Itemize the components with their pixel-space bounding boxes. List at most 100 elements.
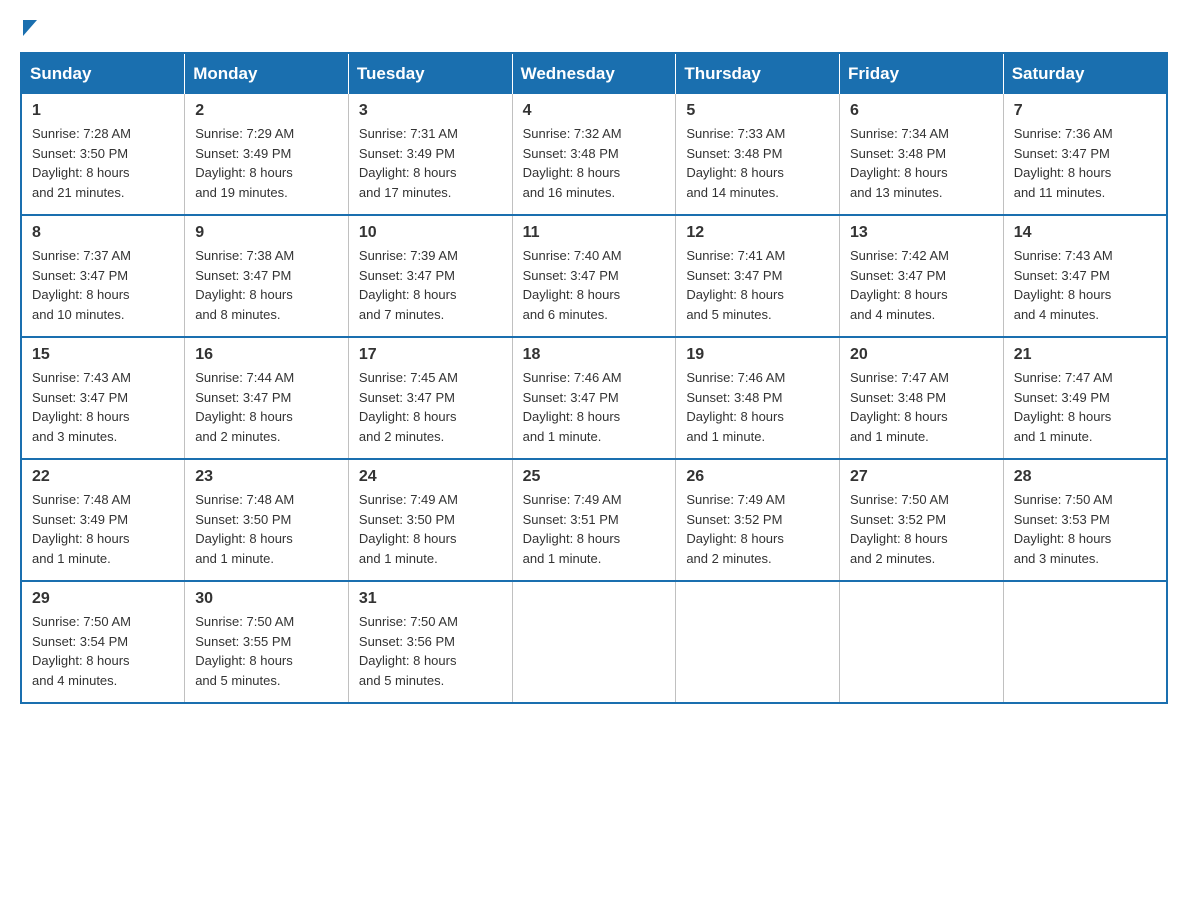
calendar-day-cell: 21 Sunrise: 7:47 AMSunset: 3:49 PMDaylig…: [1003, 337, 1167, 459]
day-number: 3: [359, 102, 502, 120]
calendar-week-row: 22 Sunrise: 7:48 AMSunset: 3:49 PMDaylig…: [21, 459, 1167, 581]
day-info: Sunrise: 7:50 AMSunset: 3:56 PMDaylight:…: [359, 612, 502, 690]
day-info: Sunrise: 7:42 AMSunset: 3:47 PMDaylight:…: [850, 246, 993, 324]
day-number: 4: [523, 102, 666, 120]
calendar-day-cell: 18 Sunrise: 7:46 AMSunset: 3:47 PMDaylig…: [512, 337, 676, 459]
day-info: Sunrise: 7:40 AMSunset: 3:47 PMDaylight:…: [523, 246, 666, 324]
calendar-day-cell: 1 Sunrise: 7:28 AMSunset: 3:50 PMDayligh…: [21, 94, 185, 215]
day-number: 1: [32, 102, 174, 120]
day-number: 17: [359, 346, 502, 364]
day-number: 31: [359, 590, 502, 608]
day-number: 20: [850, 346, 993, 364]
day-number: 5: [686, 102, 829, 120]
day-info: Sunrise: 7:50 AMSunset: 3:54 PMDaylight:…: [32, 612, 174, 690]
day-number: 9: [195, 224, 338, 242]
weekday-header-tuesday: Tuesday: [348, 53, 512, 94]
day-number: 26: [686, 468, 829, 486]
calendar-table: SundayMondayTuesdayWednesdayThursdayFrid…: [20, 52, 1168, 704]
calendar-day-cell: 24 Sunrise: 7:49 AMSunset: 3:50 PMDaylig…: [348, 459, 512, 581]
page-header: [20, 20, 1168, 32]
calendar-day-cell: 19 Sunrise: 7:46 AMSunset: 3:48 PMDaylig…: [676, 337, 840, 459]
day-number: 30: [195, 590, 338, 608]
day-info: Sunrise: 7:45 AMSunset: 3:47 PMDaylight:…: [359, 368, 502, 446]
weekday-header-monday: Monday: [185, 53, 349, 94]
day-info: Sunrise: 7:41 AMSunset: 3:47 PMDaylight:…: [686, 246, 829, 324]
empty-cell: [1003, 581, 1167, 703]
calendar-day-cell: 8 Sunrise: 7:37 AMSunset: 3:47 PMDayligh…: [21, 215, 185, 337]
calendar-day-cell: 7 Sunrise: 7:36 AMSunset: 3:47 PMDayligh…: [1003, 94, 1167, 215]
calendar-day-cell: 4 Sunrise: 7:32 AMSunset: 3:48 PMDayligh…: [512, 94, 676, 215]
day-number: 10: [359, 224, 502, 242]
logo: [20, 20, 37, 32]
day-number: 13: [850, 224, 993, 242]
calendar-day-cell: 30 Sunrise: 7:50 AMSunset: 3:55 PMDaylig…: [185, 581, 349, 703]
weekday-header-wednesday: Wednesday: [512, 53, 676, 94]
day-info: Sunrise: 7:50 AMSunset: 3:53 PMDaylight:…: [1014, 490, 1156, 568]
calendar-day-cell: 27 Sunrise: 7:50 AMSunset: 3:52 PMDaylig…: [840, 459, 1004, 581]
day-info: Sunrise: 7:29 AMSunset: 3:49 PMDaylight:…: [195, 124, 338, 202]
day-info: Sunrise: 7:36 AMSunset: 3:47 PMDaylight:…: [1014, 124, 1156, 202]
calendar-week-row: 1 Sunrise: 7:28 AMSunset: 3:50 PMDayligh…: [21, 94, 1167, 215]
day-info: Sunrise: 7:50 AMSunset: 3:55 PMDaylight:…: [195, 612, 338, 690]
day-number: 23: [195, 468, 338, 486]
calendar-day-cell: 16 Sunrise: 7:44 AMSunset: 3:47 PMDaylig…: [185, 337, 349, 459]
day-info: Sunrise: 7:49 AMSunset: 3:52 PMDaylight:…: [686, 490, 829, 568]
day-number: 28: [1014, 468, 1156, 486]
calendar-day-cell: 12 Sunrise: 7:41 AMSunset: 3:47 PMDaylig…: [676, 215, 840, 337]
day-number: 25: [523, 468, 666, 486]
calendar-day-cell: 31 Sunrise: 7:50 AMSunset: 3:56 PMDaylig…: [348, 581, 512, 703]
day-number: 22: [32, 468, 174, 486]
day-number: 7: [1014, 102, 1156, 120]
day-number: 21: [1014, 346, 1156, 364]
calendar-day-cell: 3 Sunrise: 7:31 AMSunset: 3:49 PMDayligh…: [348, 94, 512, 215]
day-number: 29: [32, 590, 174, 608]
calendar-day-cell: 26 Sunrise: 7:49 AMSunset: 3:52 PMDaylig…: [676, 459, 840, 581]
day-number: 11: [523, 224, 666, 242]
logo-triangle-icon: [23, 20, 37, 36]
day-info: Sunrise: 7:50 AMSunset: 3:52 PMDaylight:…: [850, 490, 993, 568]
calendar-week-row: 15 Sunrise: 7:43 AMSunset: 3:47 PMDaylig…: [21, 337, 1167, 459]
empty-cell: [512, 581, 676, 703]
day-info: Sunrise: 7:47 AMSunset: 3:49 PMDaylight:…: [1014, 368, 1156, 446]
calendar-day-cell: 14 Sunrise: 7:43 AMSunset: 3:47 PMDaylig…: [1003, 215, 1167, 337]
calendar-day-cell: 11 Sunrise: 7:40 AMSunset: 3:47 PMDaylig…: [512, 215, 676, 337]
day-info: Sunrise: 7:38 AMSunset: 3:47 PMDaylight:…: [195, 246, 338, 324]
calendar-week-row: 8 Sunrise: 7:37 AMSunset: 3:47 PMDayligh…: [21, 215, 1167, 337]
weekday-header-sunday: Sunday: [21, 53, 185, 94]
calendar-day-cell: 23 Sunrise: 7:48 AMSunset: 3:50 PMDaylig…: [185, 459, 349, 581]
day-number: 18: [523, 346, 666, 364]
day-info: Sunrise: 7:31 AMSunset: 3:49 PMDaylight:…: [359, 124, 502, 202]
calendar-day-cell: 9 Sunrise: 7:38 AMSunset: 3:47 PMDayligh…: [185, 215, 349, 337]
calendar-day-cell: 10 Sunrise: 7:39 AMSunset: 3:47 PMDaylig…: [348, 215, 512, 337]
weekday-header-friday: Friday: [840, 53, 1004, 94]
day-info: Sunrise: 7:46 AMSunset: 3:48 PMDaylight:…: [686, 368, 829, 446]
calendar-day-cell: 20 Sunrise: 7:47 AMSunset: 3:48 PMDaylig…: [840, 337, 1004, 459]
day-number: 15: [32, 346, 174, 364]
calendar-day-cell: 5 Sunrise: 7:33 AMSunset: 3:48 PMDayligh…: [676, 94, 840, 215]
day-number: 27: [850, 468, 993, 486]
weekday-header-saturday: Saturday: [1003, 53, 1167, 94]
day-info: Sunrise: 7:47 AMSunset: 3:48 PMDaylight:…: [850, 368, 993, 446]
day-info: Sunrise: 7:46 AMSunset: 3:47 PMDaylight:…: [523, 368, 666, 446]
calendar-day-cell: 2 Sunrise: 7:29 AMSunset: 3:49 PMDayligh…: [185, 94, 349, 215]
calendar-day-cell: 25 Sunrise: 7:49 AMSunset: 3:51 PMDaylig…: [512, 459, 676, 581]
day-info: Sunrise: 7:48 AMSunset: 3:50 PMDaylight:…: [195, 490, 338, 568]
calendar-day-cell: 28 Sunrise: 7:50 AMSunset: 3:53 PMDaylig…: [1003, 459, 1167, 581]
calendar-week-row: 29 Sunrise: 7:50 AMSunset: 3:54 PMDaylig…: [21, 581, 1167, 703]
day-number: 16: [195, 346, 338, 364]
day-info: Sunrise: 7:49 AMSunset: 3:50 PMDaylight:…: [359, 490, 502, 568]
calendar-day-cell: 15 Sunrise: 7:43 AMSunset: 3:47 PMDaylig…: [21, 337, 185, 459]
empty-cell: [840, 581, 1004, 703]
calendar-day-cell: 6 Sunrise: 7:34 AMSunset: 3:48 PMDayligh…: [840, 94, 1004, 215]
day-number: 24: [359, 468, 502, 486]
empty-cell: [676, 581, 840, 703]
day-number: 19: [686, 346, 829, 364]
calendar-day-cell: 22 Sunrise: 7:48 AMSunset: 3:49 PMDaylig…: [21, 459, 185, 581]
day-info: Sunrise: 7:48 AMSunset: 3:49 PMDaylight:…: [32, 490, 174, 568]
day-info: Sunrise: 7:44 AMSunset: 3:47 PMDaylight:…: [195, 368, 338, 446]
calendar-header-row: SundayMondayTuesdayWednesdayThursdayFrid…: [21, 53, 1167, 94]
calendar-day-cell: 29 Sunrise: 7:50 AMSunset: 3:54 PMDaylig…: [21, 581, 185, 703]
day-number: 6: [850, 102, 993, 120]
weekday-header-thursday: Thursday: [676, 53, 840, 94]
calendar-day-cell: 17 Sunrise: 7:45 AMSunset: 3:47 PMDaylig…: [348, 337, 512, 459]
